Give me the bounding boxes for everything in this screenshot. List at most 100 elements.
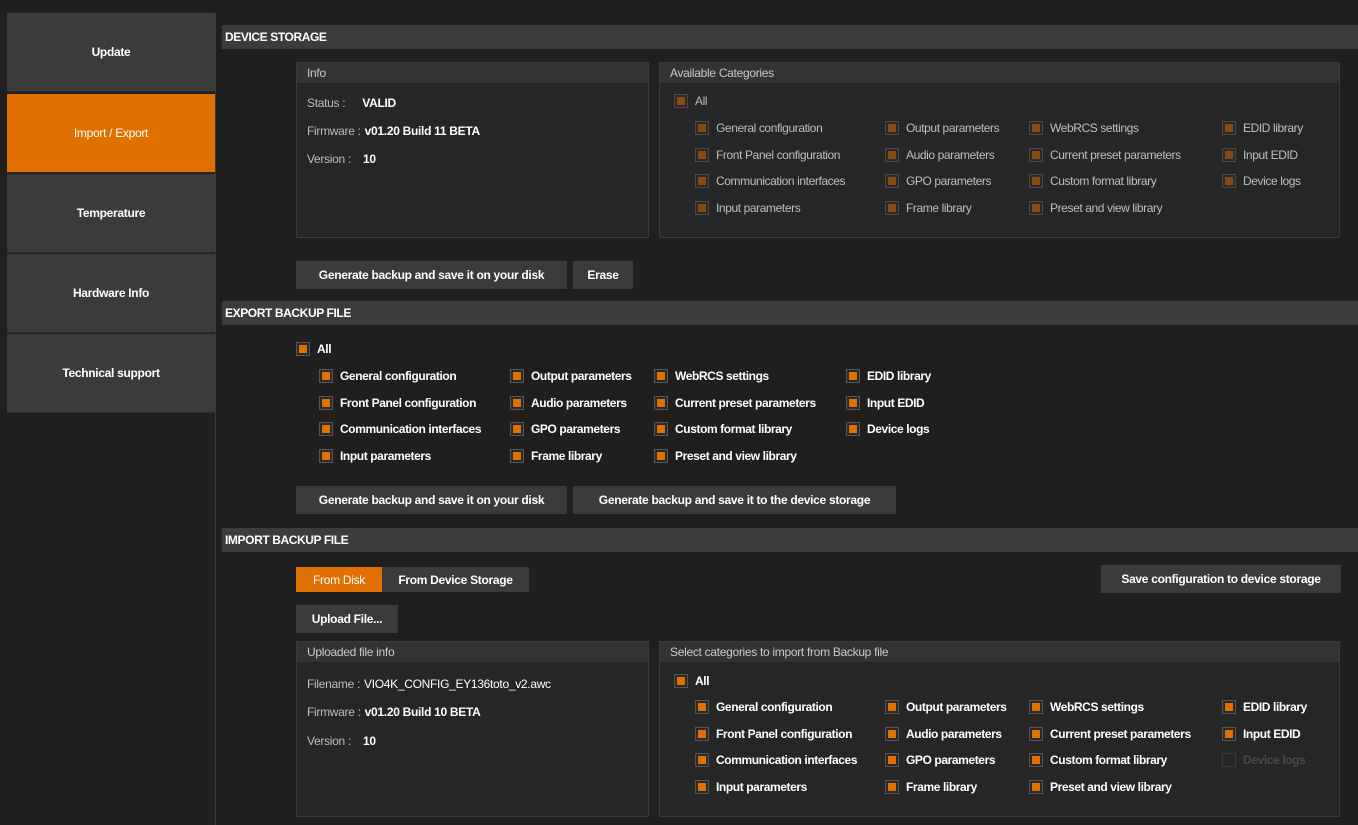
sidebar-item-import-export[interactable]: Import / Export [7, 94, 215, 173]
checkbox-box [674, 94, 688, 108]
ds-generate-disk-button[interactable]: Generate backup and save it on your disk [296, 261, 567, 289]
category-checkbox[interactable]: WebRCS settings [1029, 121, 1139, 135]
category-checkbox[interactable]: Audio parameters [885, 147, 995, 162]
filename-key: Filename : [307, 677, 361, 691]
category-checkbox[interactable]: Input EDID [846, 395, 925, 410]
category-checkbox[interactable]: Custom format library [654, 422, 792, 436]
category-checkbox[interactable]: EDID library [846, 369, 931, 383]
category-checkbox[interactable]: General configuration [695, 121, 823, 135]
category-checkbox[interactable]: Device logs [846, 422, 930, 436]
checkbox-label: Input EDID [1243, 726, 1301, 741]
category-checkbox[interactable]: Current preset parameters [1029, 147, 1181, 162]
erase-button[interactable]: Erase [573, 261, 633, 289]
checkbox-box [695, 147, 709, 162]
checkbox-box [695, 700, 709, 714]
checkbox-label: Audio parameters [906, 147, 995, 162]
category-checkbox[interactable]: EDID library [1222, 121, 1303, 135]
category-checkbox[interactable]: Audio parameters [885, 726, 1002, 741]
category-checkbox[interactable]: General configuration [319, 369, 457, 383]
sidebar-item-hardware-info[interactable]: Hardware Info [7, 254, 215, 333]
checkbox-box [1029, 700, 1043, 714]
version-key: Version : [307, 734, 351, 748]
category-checkbox[interactable]: Communication interfaces [695, 174, 846, 188]
sidebar-item-update[interactable]: Update [7, 13, 215, 92]
tab-from-disk[interactable]: From Disk [296, 567, 382, 592]
category-checkbox: Device logs [1222, 753, 1306, 767]
checkbox-label: General configuration [716, 121, 823, 135]
firmware-key: Firmware : [307, 705, 361, 719]
category-checkbox[interactable]: Front Panel configuration [319, 395, 476, 410]
category-checkbox[interactable]: Front Panel configuration [695, 726, 852, 741]
sidebar-item-label: Temperature [76, 206, 146, 220]
category-checkbox[interactable]: Communication interfaces [319, 422, 482, 436]
category-checkbox[interactable]: EDID library [1222, 700, 1307, 714]
category-checkbox[interactable]: Input parameters [695, 779, 807, 794]
category-checkbox[interactable]: GPO parameters [510, 422, 621, 436]
category-checkbox[interactable]: Frame library [885, 200, 972, 215]
checkbox-label: All [695, 94, 708, 108]
category-checkbox[interactable]: Front Panel configuration [695, 147, 840, 162]
upload-file-button[interactable]: Upload File... [296, 605, 398, 633]
export-generate-storage-button[interactable]: Generate backup and save it to the devic… [573, 486, 896, 514]
category-checkbox[interactable]: Preset and view library [1029, 200, 1163, 215]
checkbox-label: Communication interfaces [340, 422, 482, 436]
category-checkbox[interactable]: Current preset parameters [1029, 726, 1191, 741]
checkbox-box [654, 448, 668, 463]
category-checkbox[interactable]: Output parameters [510, 369, 632, 383]
category-checkbox[interactable]: Custom format library [1029, 753, 1167, 767]
category-checkbox[interactable]: Preset and view library [1029, 779, 1172, 794]
checkbox-box [296, 342, 310, 356]
checkbox-label: WebRCS settings [1050, 700, 1144, 714]
category-checkbox[interactable]: Input parameters [695, 200, 801, 215]
category-checkbox[interactable]: GPO parameters [885, 174, 992, 188]
checkbox-label: EDID library [1243, 700, 1307, 714]
sidebar-item-temperature[interactable]: Temperature [7, 174, 215, 253]
checkbox-box [1222, 121, 1236, 135]
checkbox-box [319, 422, 333, 436]
checkbox-box [1222, 147, 1236, 162]
tab-from-device-storage[interactable]: From Device Storage [382, 567, 529, 592]
checkbox-label: EDID library [1243, 121, 1303, 135]
checkbox-label: Audio parameters [906, 726, 1002, 741]
sidebar-divider [215, 13, 216, 825]
checkbox-label: WebRCS settings [675, 369, 769, 383]
import-checkbox-all[interactable]: All [674, 674, 710, 688]
category-checkbox[interactable]: GPO parameters [885, 753, 996, 767]
category-checkbox[interactable]: Input parameters [319, 448, 431, 463]
category-checkbox[interactable]: Output parameters [885, 700, 1007, 714]
category-checkbox[interactable]: Current preset parameters [654, 395, 816, 410]
category-checkbox[interactable]: Input EDID [1222, 726, 1301, 741]
firmware-key: Firmware : [307, 124, 361, 138]
category-checkbox[interactable]: WebRCS settings [654, 369, 769, 383]
ds-checkbox-all[interactable]: All [674, 94, 708, 108]
checkbox-label: Preset and view library [1050, 779, 1172, 794]
device-info-panel: Info Status : VALID Firmware : v01.20 Buil… [296, 62, 649, 238]
checkbox-box [1029, 779, 1043, 794]
checkbox-label: Custom format library [1050, 174, 1157, 188]
checkbox-label: Frame library [906, 779, 977, 794]
category-checkbox[interactable]: Custom format library [1029, 174, 1157, 188]
category-checkbox[interactable]: WebRCS settings [1029, 700, 1144, 714]
checkbox-label: Input parameters [340, 448, 431, 463]
export-generate-disk-button[interactable]: Generate backup and save it on your disk [296, 486, 567, 514]
save-config-button[interactable]: Save configuration to device storage [1101, 565, 1341, 593]
category-checkbox[interactable]: Frame library [510, 448, 602, 463]
checkbox-box [674, 674, 688, 688]
category-checkbox[interactable]: Audio parameters [510, 395, 627, 410]
category-checkbox[interactable]: Frame library [885, 779, 977, 794]
sidebar-item-technical-support[interactable]: Technical support [7, 334, 215, 413]
device-info-title: Info [297, 63, 648, 83]
checkbox-box [1222, 700, 1236, 714]
device-version-row: Version : 10 [307, 152, 376, 166]
category-checkbox[interactable]: Preset and view library [654, 448, 797, 463]
category-checkbox[interactable]: Input EDID [1222, 147, 1298, 162]
category-checkbox[interactable]: General configuration [695, 700, 833, 714]
category-checkbox[interactable]: Communication interfaces [695, 753, 858, 767]
export-checkbox-all[interactable]: All [296, 342, 332, 356]
checkbox-box [885, 700, 899, 714]
checkbox-box [846, 369, 860, 383]
category-checkbox[interactable]: Output parameters [885, 121, 1000, 135]
category-checkbox[interactable]: Device logs [1222, 174, 1301, 188]
checkbox-box [654, 422, 668, 436]
checkbox-label: EDID library [867, 369, 931, 383]
